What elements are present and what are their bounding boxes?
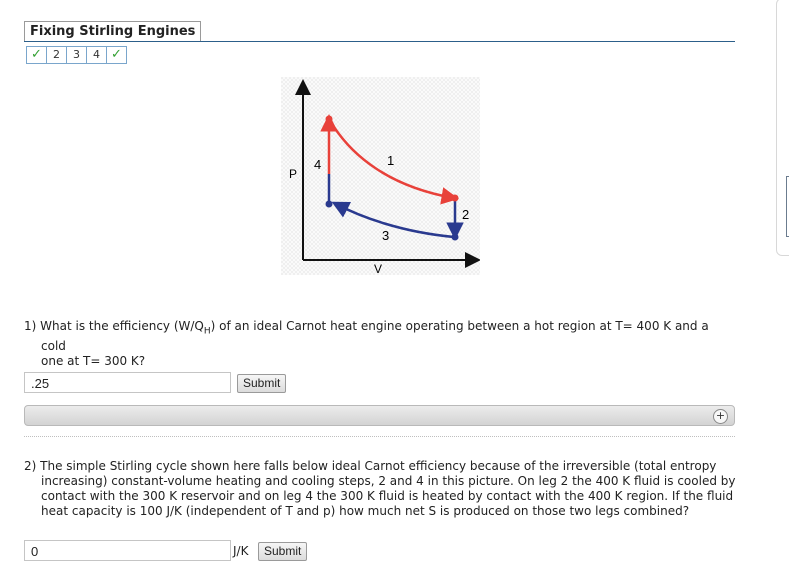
p-axis-label: P	[289, 167, 297, 181]
question-1-submit-button[interactable]: Submit	[237, 374, 287, 393]
stirling-cycle-diagram: P V 1 2 3 4	[281, 77, 480, 275]
page-title: Fixing Stirling Engines	[24, 21, 202, 41]
step-3[interactable]: 3	[66, 46, 87, 64]
leg-label-2: 2	[462, 207, 469, 222]
question-1-text: 1) What is the efficiency (W/QH) of an i…	[24, 319, 736, 369]
leg-label-3: 3	[382, 228, 389, 243]
question-1-subscript: H	[203, 326, 211, 337]
state-point	[325, 115, 333, 123]
state-point	[451, 194, 459, 202]
question-2-answer-input[interactable]: 0	[24, 540, 231, 561]
step-1-complete[interactable]: ✓	[26, 46, 47, 64]
step-2[interactable]: 2	[46, 46, 67, 64]
question-1-line1: What is the efficiency (W/Q	[40, 319, 204, 333]
title-divider	[24, 41, 735, 42]
step-5-complete[interactable]: ✓	[106, 46, 127, 64]
feedback-panel[interactable]: +	[24, 405, 735, 426]
question-2-text: 2) The simple Stirling cycle shown here …	[24, 459, 736, 518]
state-point	[325, 200, 333, 208]
diagram-background	[281, 77, 480, 275]
step-4[interactable]: 4	[86, 46, 107, 64]
state-point	[451, 233, 459, 241]
question-1-answer-input[interactable]: .25	[24, 372, 231, 393]
step-navigator: ✓ 2 3 4 ✓	[26, 46, 127, 64]
question-2-unit: J/K	[233, 544, 249, 558]
question-2-submit-button[interactable]: Submit	[258, 542, 308, 561]
v-axis-label: V	[374, 262, 382, 275]
question-1-line2: one at T= 300 K?	[41, 354, 146, 369]
leg-label-1: 1	[387, 153, 394, 168]
section-divider	[24, 436, 735, 437]
plus-circle-icon[interactable]: +	[713, 409, 728, 424]
question-1-number: 1)	[24, 319, 37, 333]
leg-label-4: 4	[314, 157, 321, 172]
